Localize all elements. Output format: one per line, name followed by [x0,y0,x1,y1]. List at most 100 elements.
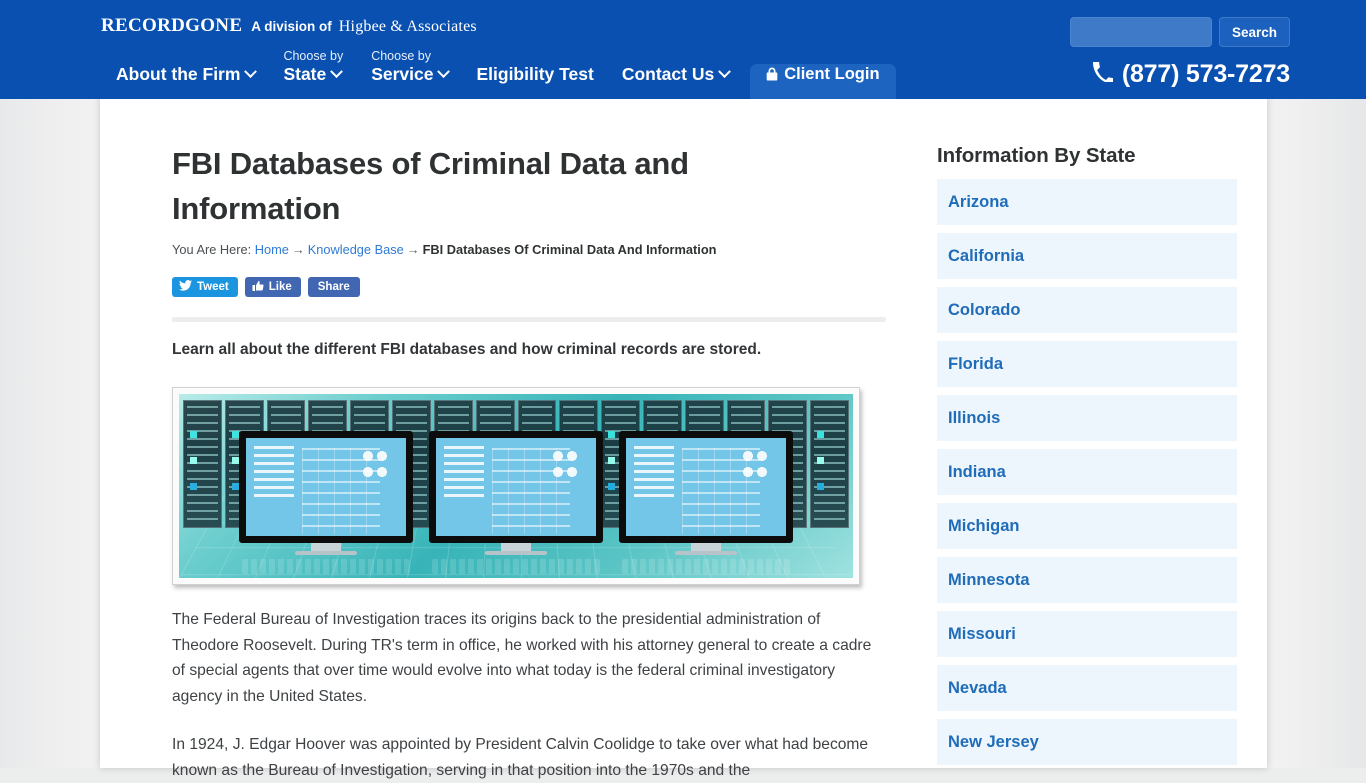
monitor-screen-detail [682,448,760,534]
search-form: Search [1069,17,1290,47]
nav-item-choose-by-state[interactable]: Choose by State [269,49,357,99]
brand-division-text: A division of [251,19,332,34]
tweet-button[interactable]: Tweet [172,277,238,297]
monitor-unit [239,431,413,574]
sidebar-item-michigan[interactable]: Michigan [937,503,1237,549]
sidebar-item-label: Michigan [948,516,1020,535]
facebook-like-label: Like [268,281,292,293]
sidebar-item-label: Arizona [948,192,1009,211]
monitor-base [675,551,737,555]
sidebar-item-florida[interactable]: Florida [937,341,1237,387]
twitter-bird-icon [179,280,192,294]
sidebar-item-label: Colorado [948,300,1021,319]
nav-item-client-login[interactable]: Client Login [750,64,896,99]
nav-label: Contact Us [621,64,715,84]
breadcrumb-separator-1: → [291,242,305,257]
sidebar-item-missouri[interactable]: Missouri [937,611,1237,657]
nav-label: State [283,64,327,84]
sidebar-item-label: Missouri [948,624,1016,643]
nav-pre-label: Choose by [371,49,431,63]
sidebar-item-california[interactable]: California [937,233,1237,279]
phone-icon [1092,60,1115,89]
facebook-share-button[interactable]: Share [307,277,360,297]
monitor-unit [619,431,793,574]
monitor-screen-detail [302,448,380,534]
lock-icon [766,67,778,81]
phone-number-label: (877) 573-7273 [1121,60,1290,88]
page-title: FBI Databases of Criminal Data and Infor… [172,146,689,226]
article-paragraph: In 1924, J. Edgar Hoover was appointed b… [172,736,869,779]
sidebar-item-label: Nevada [948,678,1007,697]
article-column: FBI Databases of Criminal Data and Infor… [172,99,894,783]
keyboard-icon [622,559,790,574]
facebook-share-label: Share [317,281,350,293]
monitor-stand [501,543,531,551]
brand-name: RECORDGONE [101,15,243,36]
sidebar-item-label: Indiana [948,462,1006,481]
monitor-unit [429,431,603,574]
breadcrumb-prefix: You Are Here: [172,242,252,257]
sidebar-item-label: Florida [948,354,1004,373]
monitor-screen-detail [492,448,570,534]
breadcrumb-link-knowledge-base[interactable]: Knowledge Base [308,242,404,257]
state-list: Arizona California Colorado Florida Illi… [937,179,1237,765]
search-button[interactable]: Search [1218,17,1290,47]
sidebar-item-colorado[interactable]: Colorado [937,287,1237,333]
article-paragraph: The Federal Bureau of Investigation trac… [172,611,872,705]
sidebar-item-indiana[interactable]: Indiana [937,449,1237,495]
sidebar-item-label: New Jersey [948,732,1039,751]
search-input[interactable] [1069,17,1212,47]
breadcrumb: You Are Here: Home → Knowledge Base → FBI Da… [172,241,894,259]
sidebar-item-minnesota[interactable]: Minnesota [937,557,1237,603]
nav-item-eligibility-test[interactable]: Eligibility Test [462,64,607,99]
breadcrumb-current: FBI Databases Of Criminal Data And Infor… [422,242,717,257]
keyboard-icon [242,559,410,574]
article-lede: Learn all about the different FBI databa… [172,341,762,358]
chevron-down-icon [244,64,258,78]
keyboard-icon [432,559,600,574]
main-navigation: About the Firm Choose by State Choose by… [101,49,896,99]
breadcrumb-separator-2: → [406,242,420,257]
sidebar-item-new-jersey[interactable]: New Jersey [937,719,1237,765]
monitor-icon [429,431,603,543]
thumbs-up-icon [252,280,264,295]
facebook-like-button[interactable]: Like [244,277,301,297]
nav-label: About the Firm [116,64,241,84]
nav-label: Eligibility Test [476,64,594,84]
monitor-base [485,551,547,555]
sidebar-title: Information By State [937,144,1136,167]
sidebar-item-nevada[interactable]: Nevada [937,665,1237,711]
chevron-down-icon [718,64,732,78]
monitor-screen [626,438,786,536]
main-content: FBI Databases of Criminal Data and Infor… [100,99,1267,779]
sidebar-item-label: Minnesota [948,570,1030,589]
monitor-icon [619,431,793,543]
monitor-stand [311,543,341,551]
monitor-group [179,431,853,574]
nav-pre-label: Choose by [283,49,344,63]
chevron-down-icon [330,64,344,78]
hero-image-canvas [179,394,853,578]
nav-item-contact-us[interactable]: Contact Us [608,64,743,99]
sidebar-item-label: California [948,246,1025,265]
section-divider [172,317,886,322]
hero-image [172,387,860,585]
brand-firm-name: Higbee & Associates [338,18,477,35]
monitor-screen [436,438,596,536]
phone-number[interactable]: (877) 573-7273 [1092,60,1290,89]
sidebar-item-illinois[interactable]: Illinois [937,395,1237,441]
nav-label: Service [371,64,434,84]
site-logo[interactable]: RECORDGONE A division of Higbee & Associ… [101,15,477,37]
monitor-base [295,551,357,555]
nav-item-choose-by-service[interactable]: Choose by Service [357,49,462,99]
monitor-screen [246,438,406,536]
monitor-stand [691,543,721,551]
chevron-down-icon [437,64,451,78]
sidebar-item-label: Illinois [948,408,1001,427]
sidebar-item-arizona[interactable]: Arizona [937,179,1237,225]
nav-item-about-the-firm[interactable]: About the Firm [101,64,269,99]
breadcrumb-link-home[interactable]: Home [255,242,289,257]
tweet-button-label: Tweet [197,281,229,293]
social-share-row: Tweet Like Share [172,277,894,297]
monitor-icon [239,431,413,543]
